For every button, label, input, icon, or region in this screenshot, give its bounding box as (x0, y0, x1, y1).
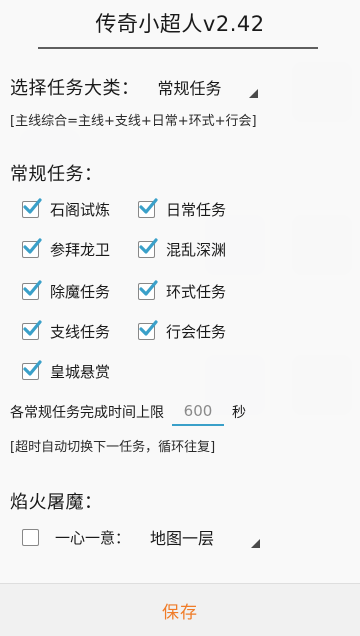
single-minded-row: 一心一意： 地图一层 (22, 522, 261, 552)
check-icon (139, 280, 158, 296)
task-label: 环式任务 (166, 283, 227, 301)
check-icon (139, 238, 158, 254)
title-divider (38, 47, 318, 49)
check-icon (139, 198, 158, 214)
task-label: 日常任务 (166, 201, 227, 219)
timeout-label: 各常规任务完成时间上限 (10, 405, 164, 421)
checkbox-box[interactable] (138, 320, 158, 340)
task-label: 参拜龙卫 (50, 241, 111, 259)
task-label: 混乱深渊 (166, 241, 227, 259)
checkbox-box[interactable] (22, 198, 42, 218)
regular-tasks-label: 常规任务： (10, 164, 103, 185)
category-row: 选择任务大类： 常规任务 (10, 72, 258, 102)
checkbox-box[interactable] (22, 360, 42, 380)
task-label: 皇城悬赏 (50, 363, 111, 381)
save-button[interactable]: 保存 (0, 583, 360, 636)
checkbox-box[interactable] (22, 238, 42, 258)
task-checkbox-daily[interactable]: 日常任务 (138, 198, 227, 220)
category-label: 选择任务大类： (10, 78, 140, 99)
map-spinner[interactable]: 地图一层 (140, 522, 261, 552)
single-minded-label: 一心一意： (55, 528, 131, 547)
timeout-hint: [超时自动切换下一任务，循环往复] (10, 440, 216, 455)
task-label: 石阁试炼 (50, 201, 111, 219)
check-icon (23, 320, 42, 336)
task-label: 除魔任务 (50, 283, 111, 301)
task-checkbox-abyss[interactable]: 混乱深渊 (138, 238, 227, 260)
checkbox-box[interactable] (22, 280, 42, 300)
spinner-arrow-icon (251, 539, 261, 548)
category-hint: [主线综合=主线+支线+日常+环式+行会] (10, 114, 257, 129)
check-icon (23, 198, 42, 214)
checkbox-box[interactable] (22, 320, 42, 340)
single-minded-checkbox[interactable] (22, 528, 39, 546)
task-checkbox-bounty[interactable]: 皇城悬赏 (22, 360, 111, 382)
check-icon (139, 320, 158, 336)
task-settings-dialog: 传奇小超人v2.42 选择任务大类： 常规任务 [主线综合=主线+支线+日常+环… (0, 0, 360, 636)
task-checkbox-demon[interactable]: 除魔任务 (22, 280, 111, 302)
task-checkbox-side[interactable]: 支线任务 (22, 320, 111, 342)
timeout-unit: 秒 (232, 405, 246, 421)
flame-section-label: 焰火屠魔： (10, 492, 103, 513)
task-checkbox-longwei[interactable]: 参拜龙卫 (22, 238, 111, 260)
checkbox-box[interactable] (138, 238, 158, 258)
check-icon (23, 238, 42, 254)
spinner-arrow-icon (248, 89, 258, 98)
task-label: 支线任务 (50, 323, 111, 341)
category-selected-value: 常规任务 (157, 79, 222, 98)
task-label: 行会任务 (166, 323, 227, 341)
category-spinner[interactable]: 常规任务 (148, 72, 258, 102)
timeout-input[interactable]: 600 (172, 398, 224, 426)
checkbox-box[interactable] (138, 198, 158, 218)
check-icon (23, 280, 42, 296)
dialog-title: 传奇小超人v2.42 (95, 12, 265, 36)
check-icon (23, 360, 42, 376)
checkbox-box[interactable] (138, 280, 158, 300)
timeout-row: 各常规任务完成时间上限 600 秒 (10, 398, 246, 426)
task-checkbox-ring[interactable]: 环式任务 (138, 280, 227, 302)
map-selected-value: 地图一层 (150, 529, 215, 548)
task-checkbox-shige[interactable]: 石阁试炼 (22, 198, 111, 220)
task-checkbox-guild[interactable]: 行会任务 (138, 320, 227, 342)
